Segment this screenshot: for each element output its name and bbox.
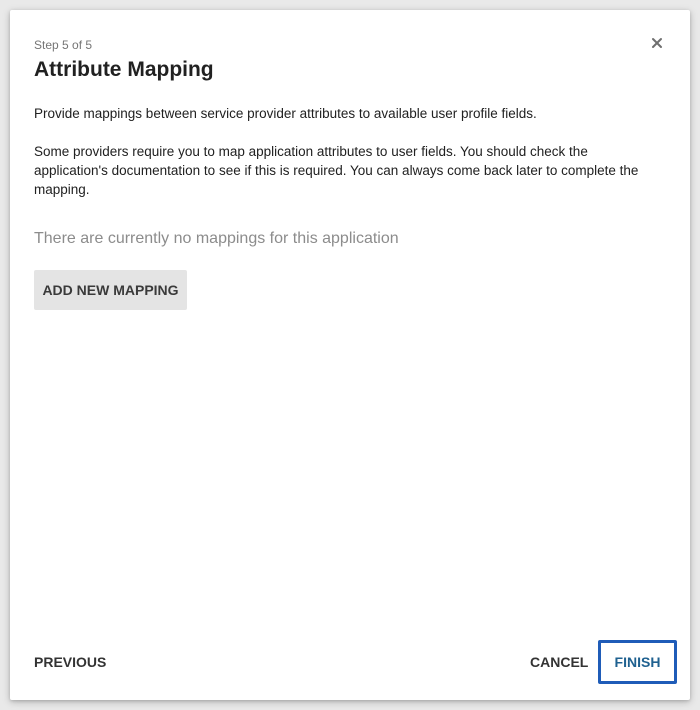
add-new-mapping-button[interactable]: ADD NEW MAPPING: [34, 270, 187, 310]
finish-button[interactable]: FINISH: [598, 640, 677, 684]
cancel-button[interactable]: CANCEL: [530, 640, 588, 684]
attribute-mapping-dialog: Step 5 of 5 Attribute Mapping Provide ma…: [10, 10, 690, 700]
previous-button[interactable]: PREVIOUS: [34, 640, 106, 684]
empty-mappings-message: There are currently no mappings for this…: [34, 230, 399, 247]
dialog-title: Attribute Mapping: [34, 58, 214, 81]
close-icon-glyph: [652, 38, 662, 48]
mapping-description: Provide mappings between service provide…: [34, 106, 537, 121]
step-indicator: Step 5 of 5: [34, 38, 93, 52]
provider-requirement-note: Some providers require you to map applic…: [34, 144, 639, 197]
close-icon[interactable]: [648, 34, 666, 52]
